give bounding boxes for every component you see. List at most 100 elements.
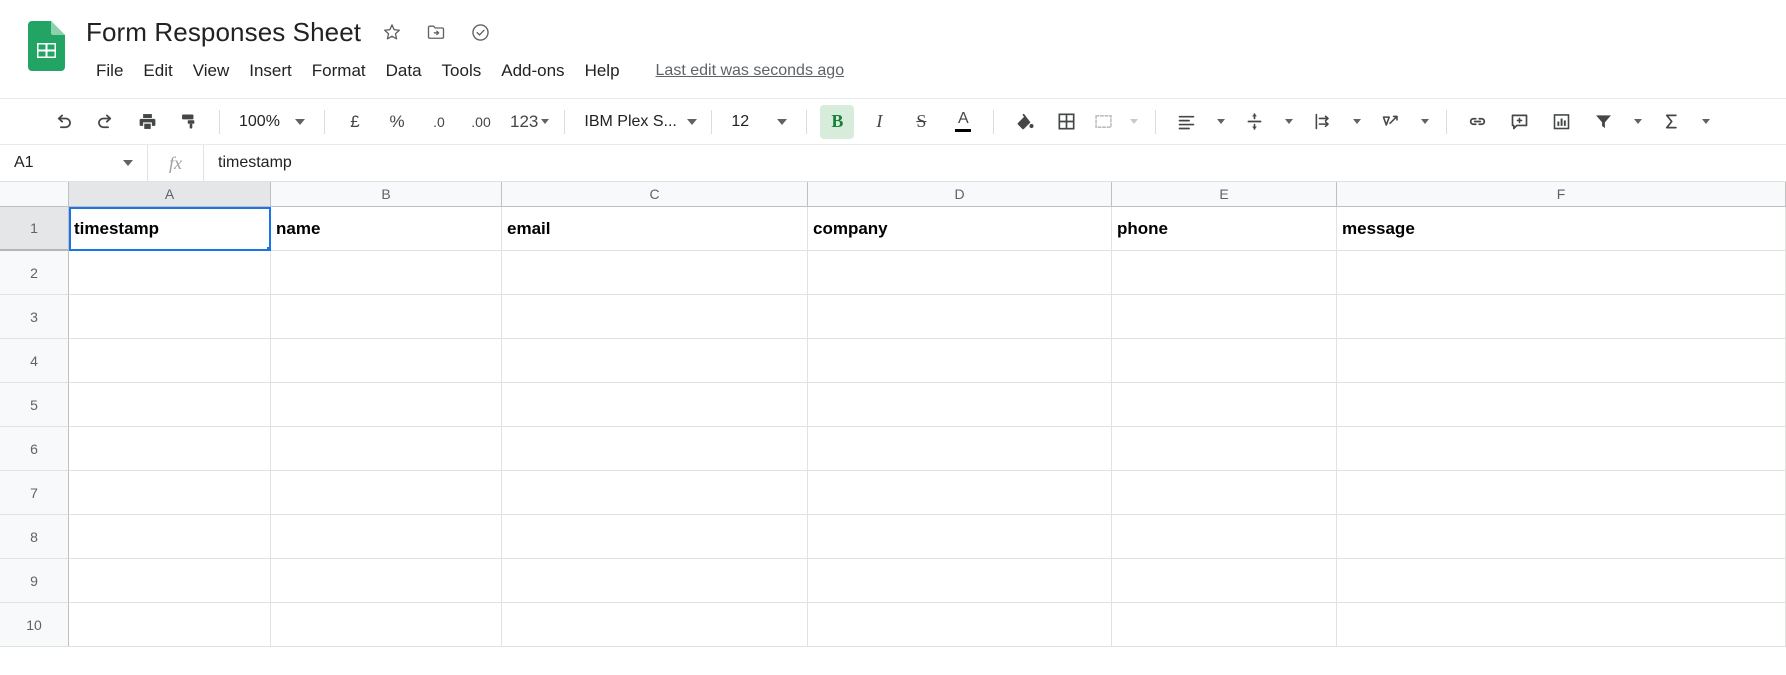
cell-e6[interactable] — [1112, 427, 1337, 471]
cell-a8[interactable] — [69, 515, 271, 559]
cell-f2[interactable] — [1337, 251, 1786, 295]
italic-button[interactable]: I — [862, 105, 896, 139]
cell-e4[interactable] — [1112, 339, 1337, 383]
cell-e10[interactable] — [1112, 603, 1337, 647]
move-to-folder-icon[interactable] — [423, 19, 449, 45]
cell-f10[interactable] — [1337, 603, 1786, 647]
cell-f5[interactable] — [1337, 383, 1786, 427]
menu-help[interactable]: Help — [575, 57, 630, 85]
font-family-selector[interactable]: IBM Plex S... — [574, 105, 702, 139]
row-header-3[interactable]: 3 — [0, 295, 69, 339]
paint-format-icon[interactable] — [172, 105, 206, 139]
cell-b2[interactable] — [271, 251, 502, 295]
cell-c1[interactable]: email — [502, 207, 808, 251]
cell-f7[interactable] — [1337, 471, 1786, 515]
cell-d8[interactable] — [808, 515, 1112, 559]
cell-b4[interactable] — [271, 339, 502, 383]
star-icon[interactable] — [379, 19, 405, 45]
horizontal-align-button[interactable] — [1169, 105, 1203, 139]
cell-a9[interactable] — [69, 559, 271, 603]
decrease-decimal-button[interactable]: .0 — [422, 105, 456, 139]
fill-color-button[interactable] — [1007, 105, 1041, 139]
filter-dropdown[interactable] — [1628, 105, 1646, 139]
cell-e8[interactable] — [1112, 515, 1337, 559]
borders-button[interactable] — [1049, 105, 1083, 139]
row-header-9[interactable]: 9 — [0, 559, 69, 603]
cell-d6[interactable] — [808, 427, 1112, 471]
undo-icon[interactable] — [46, 105, 80, 139]
merge-cells-button[interactable] — [1091, 105, 1116, 139]
increase-decimal-button[interactable]: .00 — [464, 105, 498, 139]
cell-e2[interactable] — [1112, 251, 1337, 295]
cell-a6[interactable] — [69, 427, 271, 471]
text-rotation-dropdown[interactable] — [1415, 105, 1433, 139]
horizontal-align-dropdown[interactable] — [1211, 105, 1229, 139]
chart-icon[interactable] — [1544, 105, 1578, 139]
bold-button[interactable]: B — [820, 104, 855, 139]
cell-b3[interactable] — [271, 295, 502, 339]
cell-a3[interactable] — [69, 295, 271, 339]
cell-d10[interactable] — [808, 603, 1112, 647]
cell-f1[interactable]: message — [1337, 207, 1786, 251]
cell-b1[interactable]: name — [271, 207, 502, 251]
filter-icon[interactable] — [1586, 105, 1620, 139]
cell-c2[interactable] — [502, 251, 808, 295]
percent-format-button[interactable]: % — [380, 105, 414, 139]
cell-d2[interactable] — [808, 251, 1112, 295]
cell-f9[interactable] — [1337, 559, 1786, 603]
cell-d1[interactable]: company — [808, 207, 1112, 251]
cell-a7[interactable] — [69, 471, 271, 515]
redo-icon[interactable] — [88, 105, 122, 139]
menu-data[interactable]: Data — [376, 57, 432, 85]
text-wrap-dropdown[interactable] — [1347, 105, 1365, 139]
column-header-c[interactable]: C — [502, 182, 808, 206]
vertical-align-dropdown[interactable] — [1279, 105, 1297, 139]
last-edit-status[interactable]: Last edit was seconds ago — [656, 62, 845, 80]
column-header-a[interactable]: A — [69, 182, 271, 206]
cell-a2[interactable] — [69, 251, 271, 295]
text-rotation-button[interactable] — [1373, 105, 1407, 139]
cell-a5[interactable] — [69, 383, 271, 427]
row-header-7[interactable]: 7 — [0, 471, 69, 515]
text-color-button[interactable]: A — [946, 105, 980, 139]
menu-view[interactable]: View — [183, 57, 240, 85]
menu-edit[interactable]: Edit — [133, 57, 182, 85]
cell-c3[interactable] — [502, 295, 808, 339]
cell-c8[interactable] — [502, 515, 808, 559]
currency-format-button[interactable]: £ — [338, 105, 372, 139]
row-header-4[interactable]: 4 — [0, 339, 69, 383]
link-icon[interactable] — [1460, 105, 1494, 139]
cell-e5[interactable] — [1112, 383, 1337, 427]
cell-c4[interactable] — [502, 339, 808, 383]
cell-d3[interactable] — [808, 295, 1112, 339]
cell-a4[interactable] — [69, 339, 271, 383]
functions-sigma-icon[interactable] — [1654, 105, 1688, 139]
cell-b10[interactable] — [271, 603, 502, 647]
cloud-status-icon[interactable] — [467, 19, 493, 45]
row-header-2[interactable]: 2 — [0, 251, 69, 295]
cell-c7[interactable] — [502, 471, 808, 515]
cell-e1[interactable]: phone — [1112, 207, 1337, 251]
cell-d4[interactable] — [808, 339, 1112, 383]
row-header-8[interactable]: 8 — [0, 515, 69, 559]
column-header-b[interactable]: B — [271, 182, 502, 206]
cell-b7[interactable] — [271, 471, 502, 515]
menu-insert[interactable]: Insert — [239, 57, 302, 85]
functions-dropdown[interactable] — [1696, 105, 1714, 139]
select-all-corner[interactable] — [0, 182, 69, 206]
cell-f4[interactable] — [1337, 339, 1786, 383]
cell-f3[interactable] — [1337, 295, 1786, 339]
cell-e9[interactable] — [1112, 559, 1337, 603]
row-header-5[interactable]: 5 — [0, 383, 69, 427]
cell-f6[interactable] — [1337, 427, 1786, 471]
row-header-1[interactable]: 1 — [0, 207, 69, 251]
cell-c6[interactable] — [502, 427, 808, 471]
cell-d5[interactable] — [808, 383, 1112, 427]
cell-e7[interactable] — [1112, 471, 1337, 515]
row-header-6[interactable]: 6 — [0, 427, 69, 471]
menu-format[interactable]: Format — [302, 57, 376, 85]
zoom-selector[interactable]: 100% — [229, 105, 315, 139]
menu-add-ons[interactable]: Add-ons — [491, 57, 574, 85]
cell-f8[interactable] — [1337, 515, 1786, 559]
column-header-d[interactable]: D — [808, 182, 1112, 206]
